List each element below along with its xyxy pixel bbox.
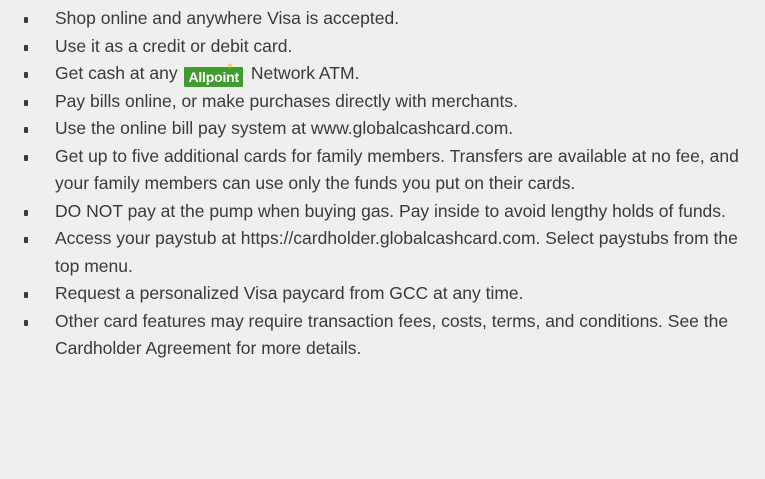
bullet-icon — [24, 44, 28, 51]
list-item-text: DO NOT pay at the pump when buying gas. … — [55, 200, 726, 221]
list-item-text: Network ATM. — [250, 63, 360, 83]
bullet-icon — [24, 154, 28, 161]
list-item-text: Use the online bill pay system at www.gl… — [55, 118, 514, 138]
bullet-icon — [24, 127, 28, 133]
list-item-text: Use it as a credit or debit card. — [55, 35, 293, 56]
list-item: Request a personalized Visa paycard from… — [0, 280, 765, 308]
allpoint-logo-icon: Allpoint ✶ — [184, 62, 243, 87]
list-item: Use the online bill pay system at www.gl… — [0, 115, 765, 143]
bullet-icon — [24, 209, 28, 216]
list-item-text: Pay bills online, or make purchases dire… — [55, 90, 518, 111]
feature-list: Shop online and anywhere Visa is accepte… — [0, 5, 765, 363]
list-item: Shop online and anywhere Visa is accepte… — [0, 5, 765, 33]
list-item-text: Other card features may require transact… — [55, 310, 729, 359]
list-item-text: Get cash at any — [55, 63, 178, 83]
bullet-icon — [24, 99, 28, 106]
bullet-icon — [24, 319, 28, 326]
star-icon: ✶ — [225, 61, 234, 72]
list-item-text: Shop online and anywhere Visa is accepte… — [55, 8, 400, 28]
list-item: Access your paystub at https://cardholde… — [0, 225, 765, 280]
bullet-icon — [24, 237, 28, 243]
list-item: Get up to five additional cards for fami… — [0, 143, 765, 198]
bullet-icon — [24, 17, 28, 23]
list-item: Pay bills online, or make purchases dire… — [0, 88, 765, 116]
bullet-icon — [24, 72, 28, 78]
list-item: Other card features may require transact… — [0, 308, 765, 363]
list-item-text: Access your paystub at https://cardholde… — [55, 228, 738, 276]
list-item: Get cash at any Allpoint ✶ Network ATM. — [0, 60, 765, 88]
list-item: Use it as a credit or debit card. — [0, 33, 765, 61]
list-item: DO NOT pay at the pump when buying gas. … — [0, 198, 765, 226]
list-item-text: Get up to five additional cards for fami… — [55, 145, 739, 194]
list-item-text: Request a personalized Visa paycard from… — [55, 283, 524, 303]
bullet-icon — [24, 292, 28, 298]
